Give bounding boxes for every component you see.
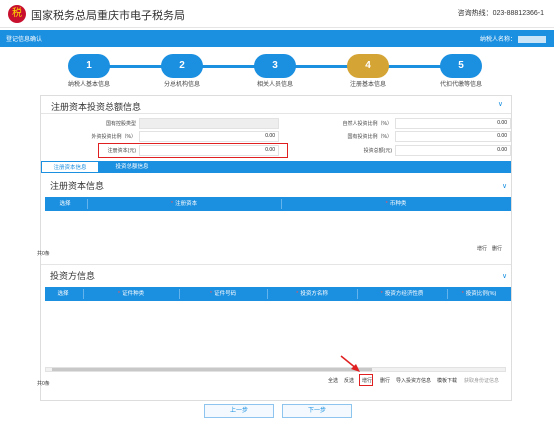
col-id-type: * 证件种类 — [85, 287, 177, 301]
required-mark: * — [296, 291, 299, 297]
chevron-down-icon[interactable]: ∨ — [502, 272, 507, 280]
step-4-current[interactable]: 4 — [347, 54, 389, 78]
required-mark: * — [461, 291, 464, 297]
capital-table-header: 选择 * 注册资本 * 币种类 — [45, 197, 511, 211]
horizontal-scrollbar[interactable] — [45, 367, 506, 372]
column-separator — [281, 199, 282, 209]
foreign-ratio-input[interactable]: 0.00 — [139, 131, 279, 142]
step-5-label: 代扣代缴等信息 — [439, 82, 482, 88]
step-2-label: 分总机构信息 — [163, 82, 200, 88]
column-separator — [357, 289, 358, 299]
col-reg-capital: * 注册资本 — [89, 197, 279, 211]
tab-total-invest[interactable]: 投资总额信息 — [101, 161, 163, 173]
column-separator — [447, 289, 448, 299]
template-download-link[interactable]: 模板下载 — [437, 377, 457, 384]
col-select: 选择 — [59, 201, 71, 207]
total-invest-label: 投资总额(元) — [363, 148, 392, 154]
col-investor-name-label: 投资方名称 — [300, 291, 328, 297]
scrollbar-thumb[interactable] — [52, 368, 372, 371]
hotline-text: 咨询热线：023-88812366-1 — [457, 10, 544, 17]
invest-panel-header[interactable]: 注册资本投资总额信息 ∨ — [41, 96, 511, 114]
col-currency-label: 币种类 — [389, 201, 407, 207]
capital-section-title: 注册资本信息 — [50, 181, 105, 191]
highlight-add-row — [359, 374, 373, 386]
step-3-label: 相关人员信息 — [256, 82, 293, 88]
col-id-number-label: 证件号码 — [214, 291, 237, 297]
delete-row-link[interactable]: 删行 — [380, 377, 390, 384]
highlight-reg-capital — [98, 143, 288, 158]
taxpayer-name-masked — [518, 35, 546, 43]
step-5[interactable]: 5 — [440, 54, 482, 78]
col-invest-ratio-label: 投资比例(%) — [465, 291, 497, 297]
annotation-arrow-icon — [340, 355, 360, 372]
col-economic-nature-label: 投资方经济性质 — [384, 291, 424, 297]
state-ratio-input[interactable]: 0.00 — [395, 131, 511, 142]
required-mark: * — [170, 201, 174, 207]
step-2[interactable]: 2 — [161, 54, 203, 78]
page-bar-title: 登记信息确认 — [6, 37, 43, 43]
step-1-label: 纳税人基本信息 — [67, 82, 110, 88]
col-id-number: * 证件号码 — [181, 287, 265, 301]
capital-count: 共0条 — [37, 251, 50, 257]
col-economic-nature: * 投资方经济性质 — [359, 287, 445, 301]
col-investor-name: * 投资方名称 — [269, 287, 355, 301]
required-mark: * — [385, 201, 388, 207]
foreign-ratio-label: 外资投资比例（%） — [91, 134, 136, 140]
required-mark: * — [209, 291, 213, 297]
state-type-label: 国有控股类型 — [105, 121, 136, 127]
state-type-select[interactable] — [139, 118, 279, 129]
chevron-down-icon[interactable]: ∨ — [502, 182, 507, 190]
column-separator — [179, 289, 180, 299]
col-select: 选择 — [57, 291, 69, 297]
step-4-label: 注册基本信息 — [349, 82, 386, 88]
col-invest-ratio: * 投资比例(%) — [449, 287, 509, 301]
col-currency: * 币种类 — [283, 197, 509, 211]
step-3[interactable]: 3 — [254, 54, 296, 78]
next-step-button[interactable]: 下一步 — [282, 404, 352, 418]
prev-step-button[interactable]: 上一步 — [204, 404, 274, 418]
step-1[interactable]: 1 — [68, 54, 110, 78]
select-all-link[interactable]: 全选 — [328, 377, 338, 384]
invert-select-link[interactable]: 反选 — [344, 377, 354, 384]
top-header: 税 国家税务总局重庆市电子税务局 咨询热线：023-88812366-1 — [0, 0, 554, 28]
delete-row-link[interactable]: 删行 — [492, 245, 502, 252]
column-separator — [83, 289, 84, 299]
column-separator — [87, 199, 88, 209]
total-invest-input[interactable]: 0.00 — [395, 145, 511, 156]
natural-ratio-label: 自然人投资比例（%） — [342, 121, 392, 127]
required-mark: * — [117, 291, 121, 297]
investor-table-header: 选择 * 证件种类 * 证件号码 * 投资方名称 * 投资方经济性质 * 投资比例(%) — [45, 287, 511, 301]
col-id-type-label: 证件种类 — [122, 291, 145, 297]
natural-ratio-input[interactable]: 0.00 — [395, 118, 511, 129]
import-investor-link[interactable]: 导入投资方信息 — [396, 377, 431, 384]
investor-section-title: 投资方信息 — [50, 271, 96, 281]
investor-count: 共0条 — [37, 381, 50, 387]
get-id-info-link[interactable]: 获取身份证信息 — [464, 377, 499, 384]
taxpayer-name: 纳税人名称： — [480, 34, 546, 43]
state-ratio-label: 国有投资比例（%） — [347, 134, 392, 140]
add-row-link[interactable]: 增行 — [477, 245, 487, 252]
tab-reg-capital[interactable]: 注册资本信息 — [41, 161, 99, 173]
step-progress: 1 2 3 4 5 纳税人基本信息 分总机构信息 相关人员信息 注册基本信息 代… — [0, 49, 554, 89]
info-tabs: 注册资本信息 投资总额信息 — [41, 161, 511, 173]
chevron-down-icon[interactable]: ∨ — [498, 100, 503, 108]
tax-emblem-icon: 税 — [8, 5, 26, 23]
divider — [41, 264, 511, 265]
invest-panel-title: 注册资本投资总额信息 — [51, 102, 142, 112]
col-reg-capital-label: 注册资本 — [175, 201, 198, 207]
page-bar: 登记信息确认 纳税人名称： — [0, 30, 554, 47]
site-title: 国家税务总局重庆市电子税务局 — [31, 10, 185, 22]
required-mark: * — [380, 291, 383, 297]
taxpayer-name-label: 纳税人名称： — [479, 37, 516, 43]
column-separator — [267, 289, 268, 299]
